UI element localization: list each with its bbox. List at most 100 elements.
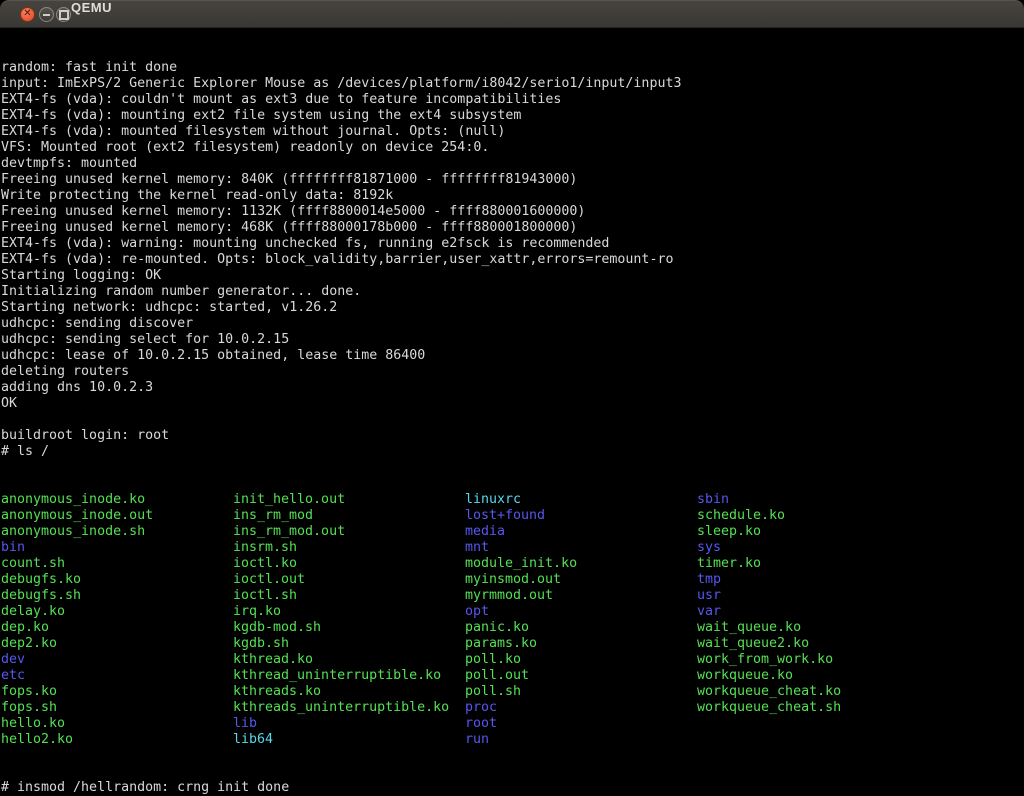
file-entry: dev bbox=[1, 652, 233, 668]
terminal-line: EXT4-fs (vda): mounted filesystem withou… bbox=[1, 124, 1024, 140]
file-entry: module_init.ko bbox=[465, 556, 697, 572]
file-entry: debugfs.sh bbox=[1, 588, 233, 604]
file-entry: workqueue_cheat.sh bbox=[697, 700, 929, 716]
file-entry: workqueue_cheat.ko bbox=[697, 684, 929, 700]
terminal-line: EXT4-fs (vda): couldn't mount as ext3 du… bbox=[1, 92, 1024, 108]
file-entry: ioctl.ko bbox=[233, 556, 465, 572]
file-entry: opt bbox=[465, 604, 697, 620]
file-entry: count.sh bbox=[1, 556, 233, 572]
file-entry: linuxrc bbox=[465, 492, 697, 508]
terminal-line: udhcpc: sending select for 10.0.2.15 bbox=[1, 332, 1024, 348]
terminal-line: EXT4-fs (vda): re-mounted. Opts: block_v… bbox=[1, 252, 1024, 268]
ls-row: etckthread_uninterruptible.kopoll.outwor… bbox=[1, 668, 1024, 684]
ls-row: debugfs.koioctl.outmyinsmod.outtmp bbox=[1, 572, 1024, 588]
ls-row: fops.kokthreads.kopoll.shworkqueue_cheat… bbox=[1, 684, 1024, 700]
terminal-line: Write protecting the kernel read-only da… bbox=[1, 188, 1024, 204]
file-entry: anonymous_inode.out bbox=[1, 508, 233, 524]
file-entry: proc bbox=[465, 700, 697, 716]
file-entry: usr bbox=[697, 588, 929, 604]
command-log: # insmod /hellrandom: crng init done# in… bbox=[1, 780, 1024, 796]
file-entry: kthreads_uninterruptible.ko bbox=[233, 700, 465, 716]
file-entry: sbin bbox=[697, 492, 929, 508]
file-entry: schedule.ko bbox=[697, 508, 929, 524]
file-entry: wait_queue2.ko bbox=[697, 636, 929, 652]
file-entry: ioctl.sh bbox=[233, 588, 465, 604]
file-entry: kthreads.ko bbox=[233, 684, 465, 700]
terminal-line: Starting network: udhcpc: started, v1.26… bbox=[1, 300, 1024, 316]
terminal-line: Freeing unused kernel memory: 840K (ffff… bbox=[1, 172, 1024, 188]
file-entry: sys bbox=[697, 540, 929, 556]
terminal-line: adding dns 10.0.2.3 bbox=[1, 380, 1024, 396]
terminal-line: udhcpc: lease of 10.0.2.15 obtained, lea… bbox=[1, 348, 1024, 364]
terminal-line: Initializing random number generator... … bbox=[1, 284, 1024, 300]
file-entry: delay.ko bbox=[1, 604, 233, 620]
file-entry: irq.ko bbox=[233, 604, 465, 620]
terminal-line: Freeing unused kernel memory: 1132K (fff… bbox=[1, 204, 1024, 220]
file-entry: params.ko bbox=[465, 636, 697, 652]
qemu-window: ✕ QEMU random: fast init doneinput: ImEx… bbox=[0, 0, 1024, 796]
file-entry: kthread.ko bbox=[233, 652, 465, 668]
file-entry: var bbox=[697, 604, 929, 620]
terminal-line: # insmod /hellrandom: crng init done bbox=[1, 780, 1024, 796]
terminal-line: EXT4-fs (vda): warning: mounting uncheck… bbox=[1, 236, 1024, 252]
terminal-line: Freeing unused kernel memory: 468K (ffff… bbox=[1, 220, 1024, 236]
file-entry: work_from_work.ko bbox=[697, 652, 929, 668]
titlebar[interactable]: ✕ QEMU bbox=[0, 0, 1024, 28]
ls-row: delay.koirq.kooptvar bbox=[1, 604, 1024, 620]
file-entry: timer.ko bbox=[697, 556, 929, 572]
maximize-button[interactable] bbox=[56, 7, 71, 22]
ls-row: dep.kokgdb-mod.shpanic.kowait_queue.ko bbox=[1, 620, 1024, 636]
file-entry: tmp bbox=[697, 572, 929, 588]
boot-log: random: fast init doneinput: ImExPS/2 Ge… bbox=[1, 60, 1024, 460]
terminal-screen[interactable]: random: fast init doneinput: ImExPS/2 Ge… bbox=[0, 28, 1024, 796]
file-entry: hello.ko bbox=[1, 716, 233, 732]
file-entry: sleep.ko bbox=[697, 524, 929, 540]
file-entry: fops.sh bbox=[1, 700, 233, 716]
terminal-line: buildroot login: root bbox=[1, 428, 1024, 444]
minimize-icon bbox=[43, 14, 50, 16]
file-entry: media bbox=[465, 524, 697, 540]
ls-row: anonymous_inode.koinit_hello.outlinuxrcs… bbox=[1, 492, 1024, 508]
ls-row: anonymous_inode.outins_rm_modlost+founds… bbox=[1, 508, 1024, 524]
terminal-line: devtmpfs: mounted bbox=[1, 156, 1024, 172]
file-entry: myinsmod.out bbox=[465, 572, 697, 588]
close-button[interactable]: ✕ bbox=[20, 7, 35, 22]
file-entry: poll.sh bbox=[465, 684, 697, 700]
ls-row: debugfs.shioctl.shmyrmmod.outusr bbox=[1, 588, 1024, 604]
file-entry: lib64 bbox=[233, 732, 465, 748]
terminal-line: udhcpc: sending discover bbox=[1, 316, 1024, 332]
file-entry: panic.ko bbox=[465, 620, 697, 636]
file-entry: ins_rm_mod.out bbox=[233, 524, 465, 540]
file-entry: kthread_uninterruptible.ko bbox=[233, 668, 465, 684]
close-icon: ✕ bbox=[23, 9, 31, 19]
file-entry: kgdb.sh bbox=[233, 636, 465, 652]
file-entry: wait_queue.ko bbox=[697, 620, 929, 636]
ls-row: hello2.kolib64run bbox=[1, 732, 1024, 748]
terminal-line: EXT4-fs (vda): mounting ext2 file system… bbox=[1, 108, 1024, 124]
file-entry: insrm.sh bbox=[233, 540, 465, 556]
ls-row: count.shioctl.komodule_init.kotimer.ko bbox=[1, 556, 1024, 572]
file-entry: ioctl.out bbox=[233, 572, 465, 588]
terminal-line bbox=[1, 412, 1024, 428]
file-entry: ins_rm_mod bbox=[233, 508, 465, 524]
ls-row: anonymous_inode.shins_rm_mod.outmediasle… bbox=[1, 524, 1024, 540]
file-entry: kgdb-mod.sh bbox=[233, 620, 465, 636]
file-entry: fops.ko bbox=[1, 684, 233, 700]
window-title: QEMU bbox=[71, 0, 112, 28]
ls-row: bininsrm.shmntsys bbox=[1, 540, 1024, 556]
terminal-line: deleting routers bbox=[1, 364, 1024, 380]
file-entry: anonymous_inode.sh bbox=[1, 524, 233, 540]
file-entry: root bbox=[465, 716, 697, 732]
file-entry: mnt bbox=[465, 540, 697, 556]
ls-row: hello.kolibroot bbox=[1, 716, 1024, 732]
file-entry: poll.out bbox=[465, 668, 697, 684]
terminal-line: VFS: Mounted root (ext2 filesystem) read… bbox=[1, 140, 1024, 156]
ls-output: anonymous_inode.koinit_hello.outlinuxrcs… bbox=[1, 492, 1024, 748]
file-entry: etc bbox=[1, 668, 233, 684]
terminal-line: input: ImExPS/2 Generic Explorer Mouse a… bbox=[1, 76, 1024, 92]
file-entry: bin bbox=[1, 540, 233, 556]
file-entry: debugfs.ko bbox=[1, 572, 233, 588]
minimize-button[interactable] bbox=[39, 7, 54, 22]
file-entry: run bbox=[465, 732, 697, 748]
file-entry: lost+found bbox=[465, 508, 697, 524]
